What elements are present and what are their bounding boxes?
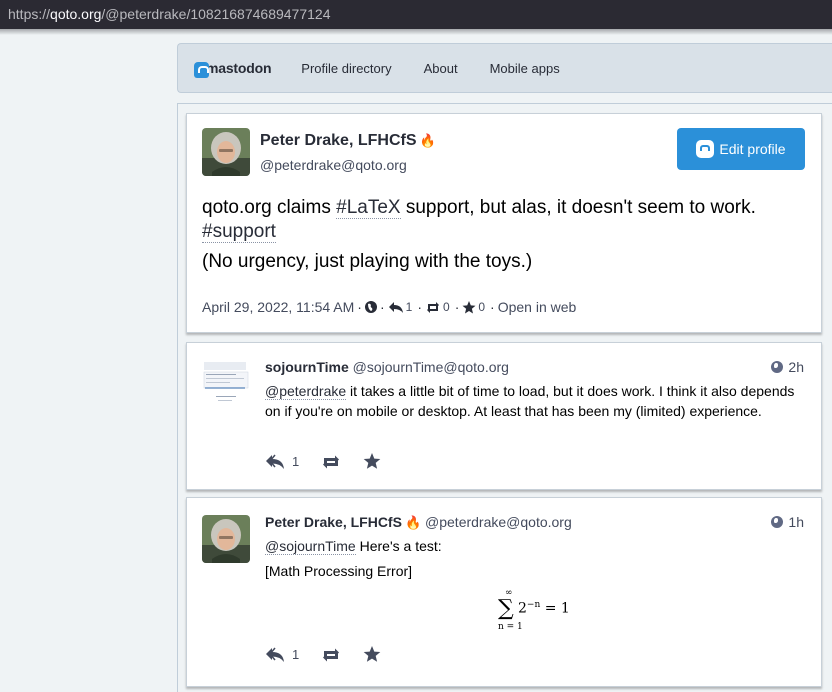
globe-icon bbox=[364, 301, 377, 313]
retweet-icon[interactable] bbox=[425, 301, 441, 314]
status-actions: 1 bbox=[265, 453, 403, 470]
reply-count: 1 bbox=[292, 647, 300, 662]
time-text: 2h bbox=[788, 359, 804, 375]
status-meta: April 29, 2022, 11:54 AM · · 1 · 0 · 0 ·… bbox=[202, 299, 576, 315]
open-in-web-link[interactable]: Open in web bbox=[498, 299, 577, 315]
mastodon-logo[interactable]: mastodon bbox=[194, 59, 271, 78]
favourite-count: 0 bbox=[478, 300, 486, 314]
formula-expression: 2−n = 1 bbox=[518, 600, 570, 617]
avatar-image bbox=[202, 360, 250, 408]
avatar[interactable] bbox=[202, 360, 250, 408]
nav-link-mobile-apps[interactable]: Mobile apps bbox=[490, 61, 560, 76]
reply-line-1: @sojournTime Here's a test: bbox=[265, 536, 810, 556]
reply-status[interactable]: Peter Drake, LFHCfS 🔥 @peterdrake@qoto.or… bbox=[186, 497, 822, 687]
account-handle: @sojournTime@qoto.org bbox=[352, 359, 509, 375]
reply-button[interactable]: 1 bbox=[265, 454, 299, 470]
mention-link[interactable]: @sojournTime bbox=[265, 538, 356, 555]
nav-link-profile-directory[interactable]: Profile directory bbox=[301, 61, 391, 76]
reply-status[interactable]: sojournTime @sojournTime@qoto.org 2h @pe… bbox=[186, 342, 822, 490]
reply-header[interactable]: sojournTime @sojournTime@qoto.org bbox=[265, 359, 509, 375]
retweet-icon bbox=[323, 455, 340, 468]
favourite-button[interactable] bbox=[363, 453, 381, 470]
status-time[interactable]: 1h bbox=[771, 514, 804, 530]
separator: · bbox=[379, 299, 385, 315]
math-error-text: [Math Processing Error] bbox=[265, 563, 413, 579]
reply-count: 1 bbox=[292, 454, 300, 469]
star-icon bbox=[363, 453, 381, 469]
math-formula: ∞ ∑ n = 1 2−n = 1 bbox=[498, 588, 578, 638]
edit-profile-label: Edit profile bbox=[719, 141, 786, 157]
account-handle: @peterdrake@qoto.org bbox=[425, 514, 572, 530]
avatar[interactable] bbox=[202, 515, 250, 563]
hashtag-support[interactable]: #support bbox=[202, 221, 276, 243]
display-name-text: Peter Drake, LFHCfS bbox=[260, 132, 417, 149]
hashtag-latex[interactable]: #LaTeX bbox=[336, 197, 401, 219]
status-paragraph-1: qoto.org claims #LaTeX support, but alas… bbox=[202, 196, 802, 244]
boost-button[interactable] bbox=[321, 647, 341, 663]
top-navigation: mastodon Profile directory About Mobile … bbox=[177, 43, 832, 93]
sum-lower-limit: n = 1 bbox=[498, 622, 523, 632]
separator: · bbox=[454, 299, 460, 315]
retweet-icon bbox=[323, 648, 340, 661]
time-text: 1h bbox=[788, 514, 804, 530]
text-segment: qoto.org claims bbox=[202, 197, 337, 218]
boost-button[interactable] bbox=[321, 454, 341, 470]
status-actions: 1 bbox=[265, 646, 403, 663]
reply-icon[interactable] bbox=[388, 301, 404, 314]
fire-emoji-icon: 🔥 bbox=[404, 515, 422, 530]
avatar[interactable] bbox=[202, 128, 250, 176]
reply-button[interactable]: 1 bbox=[265, 647, 299, 663]
mastodon-icon bbox=[696, 140, 715, 158]
display-name[interactable]: Peter Drake, LFHCfS 🔥 bbox=[260, 132, 436, 150]
mastodon-logo-icon bbox=[194, 61, 209, 78]
sum-symbol: ∑ bbox=[498, 596, 514, 621]
separator: · bbox=[357, 299, 362, 315]
reply-content: @peterdrake it takes a little bit of tim… bbox=[265, 381, 810, 421]
formula-rhs: = 1 bbox=[540, 600, 570, 617]
status-date[interactable]: April 29, 2022, 11:54 AM bbox=[202, 299, 354, 315]
browser-url-bar[interactable]: https://qoto.org/@peterdrake/10821687468… bbox=[0, 0, 832, 29]
toolbar-shadow bbox=[0, 29, 832, 35]
url-host: qoto.org bbox=[50, 6, 102, 22]
favourite-button[interactable] bbox=[363, 646, 381, 663]
display-name: sojournTime bbox=[265, 359, 349, 375]
globe-icon bbox=[771, 516, 784, 528]
edit-profile-button[interactable]: Edit profile bbox=[677, 128, 805, 170]
logo-text: mastodon bbox=[206, 60, 272, 76]
star-icon bbox=[363, 646, 381, 662]
avatar-image bbox=[202, 128, 250, 176]
account-handle[interactable]: @peterdrake@qoto.org bbox=[260, 157, 407, 173]
main-status: Peter Drake, LFHCfS 🔥 @peterdrake@qoto.or… bbox=[186, 113, 822, 333]
url-scheme: https:// bbox=[8, 6, 51, 22]
nav-link-about[interactable]: About bbox=[424, 61, 458, 76]
formula-base: 2 bbox=[518, 600, 527, 617]
globe-icon bbox=[771, 361, 784, 373]
status-time[interactable]: 2h bbox=[771, 359, 804, 375]
reply-icon bbox=[266, 647, 284, 662]
reply-content: @sojournTime Here's a test: [Math Proces… bbox=[265, 536, 810, 581]
formula-exponent: −n bbox=[526, 600, 541, 610]
mention-link[interactable]: @peterdrake bbox=[265, 383, 347, 400]
avatar-image bbox=[202, 515, 250, 563]
reply-header[interactable]: Peter Drake, LFHCfS 🔥 @peterdrake@qoto.or… bbox=[265, 514, 572, 531]
fire-emoji-icon: 🔥 bbox=[419, 133, 436, 148]
status-content: qoto.org claims #LaTeX support, but alas… bbox=[202, 196, 802, 280]
reply-text: Here's a test: bbox=[355, 538, 442, 554]
reply-count: 1 bbox=[405, 300, 413, 314]
separator: · bbox=[490, 299, 495, 315]
display-name: Peter Drake, LFHCfS bbox=[265, 514, 402, 530]
reply-icon bbox=[266, 454, 284, 469]
separator: · bbox=[417, 299, 422, 315]
reblog-count: 0 bbox=[443, 300, 450, 314]
url-path: /@peterdrake/108216874689477124 bbox=[101, 6, 331, 22]
star-icon[interactable] bbox=[462, 300, 476, 314]
status-paragraph-2: (No urgency, just playing with the toys.… bbox=[202, 251, 533, 272]
text-segment: support, but alas, it doesn't seem to wo… bbox=[400, 197, 756, 218]
